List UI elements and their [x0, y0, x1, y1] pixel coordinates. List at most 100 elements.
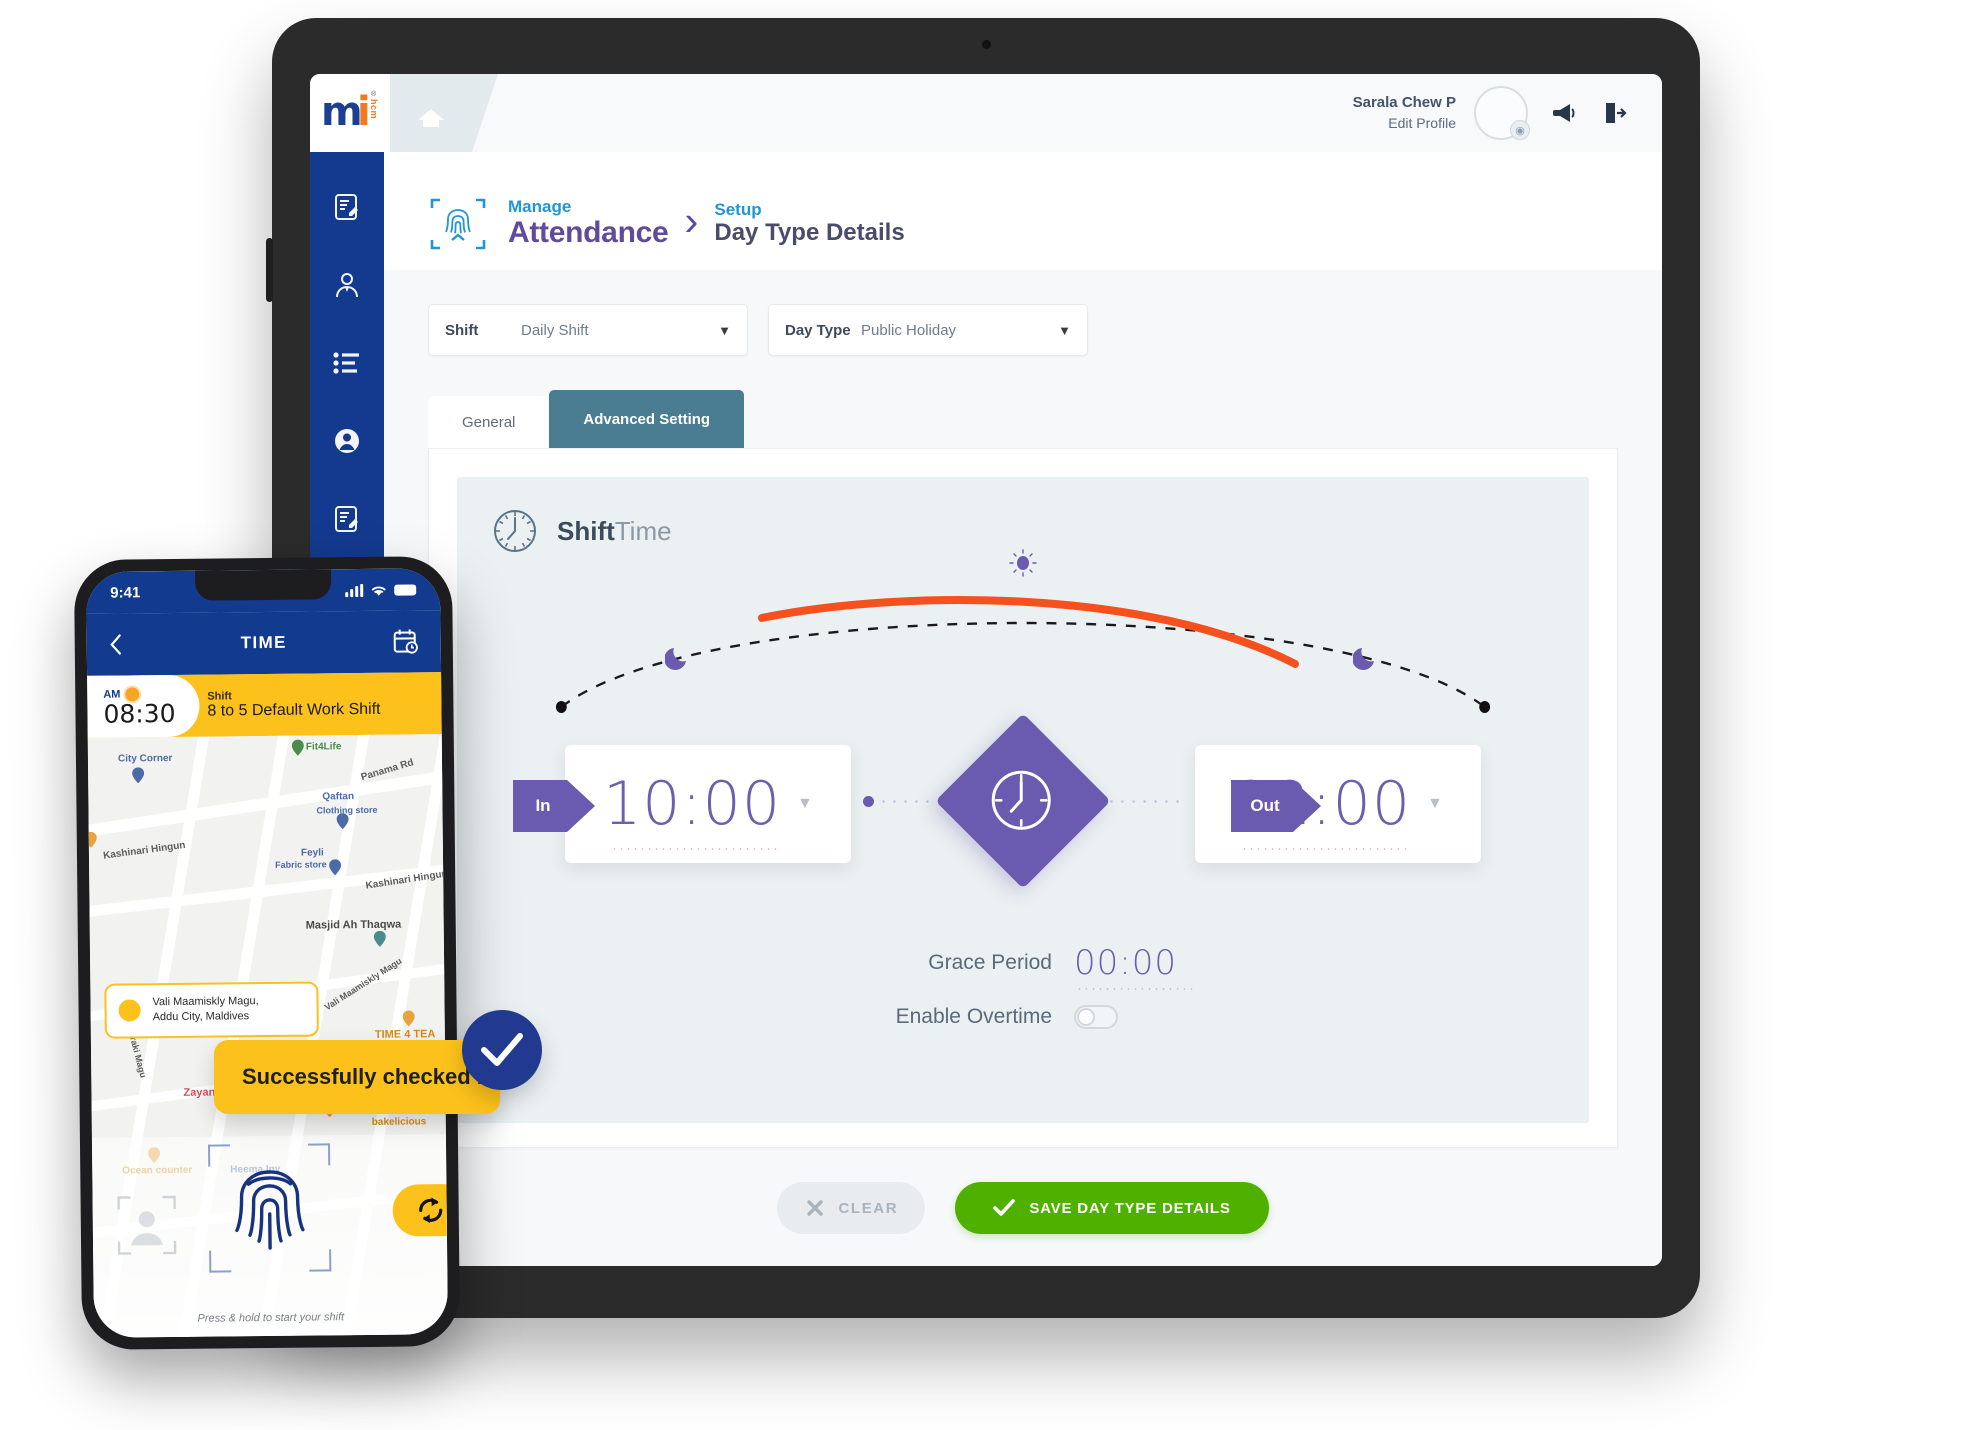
grace-period-underline	[1076, 988, 1194, 990]
breadcrumb-group[interactable]: Manage Attendance	[508, 196, 669, 251]
map-pin-icon	[87, 831, 97, 848]
tablet-side-button[interactable]	[266, 238, 273, 302]
phone-meridiem: AM	[103, 688, 121, 701]
chevron-down-icon[interactable]: ▼	[718, 323, 731, 338]
chevron-down-icon[interactable]: ▼	[1058, 323, 1071, 338]
clear-button[interactable]: CLEAR	[777, 1182, 926, 1234]
phone-nav-title: TIME	[240, 632, 287, 653]
battery-icon	[394, 583, 417, 596]
fingerprint-zone[interactable]: Press & hold to start your shift	[91, 1134, 449, 1338]
sidebar-item-list[interactable]	[310, 324, 384, 402]
phone-clock-box: AM 08:30	[87, 674, 200, 738]
in-time-value: 10:00	[603, 769, 782, 839]
phone-device: 9:41 TIME AM 08:30 Shift 8 to 5 Default …	[73, 556, 461, 1350]
clear-button-label: CLEAR	[838, 1199, 899, 1217]
settings-rows: Grace Period 00:00 Enable Overtime	[457, 943, 1589, 1051]
main-content: Manage Attendance › Setup Day Type Detai…	[384, 152, 1662, 1266]
tab-general[interactable]: General	[428, 396, 550, 448]
map-label: TIME 4 TEA	[374, 1028, 436, 1041]
day-type-select-label: Day Type	[785, 321, 851, 339]
app-logo[interactable]: m i ® hcm	[310, 74, 390, 152]
grace-period-row: Grace Period 00:00	[457, 943, 1589, 990]
user-circle-icon	[335, 429, 359, 453]
out-label: Out	[1250, 796, 1280, 815]
grace-period-field[interactable]: 00:00	[1074, 943, 1224, 990]
app-topbar: m i ® hcm Sarala Chew P Edit Profile ◉	[310, 74, 1662, 152]
check-icon	[481, 1033, 523, 1066]
face-id-icon[interactable]	[117, 1195, 178, 1256]
phone-nav-bar: TIME	[86, 610, 442, 676]
out-time-underline	[1241, 848, 1409, 850]
list-icon	[333, 352, 359, 374]
tab-bar: General Advanced Setting	[428, 390, 1618, 448]
moon-icon	[1353, 648, 1374, 670]
day-type-select[interactable]: Day Type Public Holiday ▼	[768, 304, 1088, 356]
sidebar-item-document-edit[interactable]	[310, 168, 384, 246]
success-toast-message: Successfully checked in	[242, 1064, 497, 1089]
chevron-down-icon[interactable]: ▼	[1427, 795, 1443, 813]
sidebar-item-employee[interactable]	[310, 246, 384, 324]
edit-profile-link[interactable]: Edit Profile	[1353, 114, 1456, 133]
form-actions: CLEAR SAVE DAY TYPE DETAILS	[428, 1182, 1618, 1234]
shift-select-label: Shift	[445, 321, 479, 339]
fingerprint-icon[interactable]	[224, 1162, 315, 1267]
shift-time-panel: ShiftTime In 10:00 ▼ Out 22:00 ▼ Grace P…	[457, 477, 1589, 1123]
save-button-label: SAVE DAY TYPE DETAILS	[1029, 1199, 1231, 1217]
app-body: Manage Attendance › Setup Day Type Detai…	[310, 152, 1662, 1266]
in-label: In	[535, 796, 551, 815]
shift-time-title-bold: Shift	[557, 515, 615, 546]
screenshot-root: m i ® hcm Sarala Chew P Edit Profile ◉ M…	[0, 0, 1986, 1430]
map-label: bakelicious	[371, 1116, 427, 1128]
home-icon	[418, 101, 444, 127]
enable-overtime-label: Enable Overtime	[895, 1005, 1052, 1028]
document-edit-icon	[335, 194, 358, 220]
settings-panel: ShiftTime In 10:00 ▼ Out 22:00 ▼ Grace P…	[428, 448, 1618, 1148]
in-time-underline	[611, 848, 779, 850]
tablet-device: m i ® hcm Sarala Chew P Edit Profile ◉ M…	[266, 18, 1700, 1318]
breadcrumb: Manage Attendance › Setup Day Type Detai…	[384, 152, 1662, 270]
map-pin-icon	[291, 739, 304, 756]
logo-m: m	[321, 89, 363, 135]
filters: Shift Daily Shift ▼ Day Type Public Holi…	[428, 304, 1618, 356]
out-label-pill: Out	[1231, 780, 1321, 832]
location-card: Vali Maamiskly Magu, Addu City, Maldives	[104, 981, 319, 1039]
signal-icon	[345, 583, 364, 597]
clock-icon	[991, 770, 1051, 830]
map-label: Qaftan	[322, 791, 355, 803]
breadcrumb-group-small: Manage	[508, 196, 572, 216]
phone-notch	[194, 569, 332, 601]
breadcrumb-page-small: Setup	[714, 199, 762, 219]
grace-period-label: Grace Period	[928, 951, 1052, 974]
location-dot-icon	[118, 999, 141, 1022]
grace-period-value: 00:00	[1074, 943, 1177, 983]
toggle-knob	[1077, 1008, 1095, 1026]
save-day-type-details-button[interactable]: SAVE DAY TYPE DETAILS	[955, 1182, 1269, 1234]
logo-sub: hcm	[369, 99, 379, 120]
topbar-right: Sarala Chew P Edit Profile ◉	[1353, 74, 1662, 152]
sidebar-item-document-edit-2[interactable]	[310, 480, 384, 558]
location-line-1: Vali Maamiskly Magu,	[152, 995, 259, 1009]
in-time-card[interactable]: 10:00 ▼	[565, 745, 851, 863]
enable-overtime-toggle[interactable]	[1074, 1005, 1118, 1029]
phone-shift-value: 8 to 5 Default Work Shift	[207, 700, 381, 720]
phone-map[interactable]: City Corner Fit4Life Panama Rd Qaftan Cl…	[87, 734, 449, 1338]
tab-advanced-setting[interactable]: Advanced Setting	[549, 390, 745, 448]
phone-status-time: 9:41	[110, 583, 141, 602]
shift-select[interactable]: Shift Daily Shift ▼	[428, 304, 748, 356]
breadcrumb-separator: ›	[684, 197, 699, 244]
logout-icon[interactable]	[1598, 96, 1632, 130]
refresh-button[interactable]	[392, 1183, 449, 1237]
map-pin-icon	[329, 859, 342, 876]
avatar[interactable]: ◉	[1474, 86, 1530, 140]
sidebar-item-user-circle[interactable]	[310, 402, 384, 480]
breadcrumb-page: Setup Day Type Details	[714, 199, 904, 248]
document-edit-2-icon	[335, 506, 358, 532]
phone-screen: 9:41 TIME AM 08:30 Shift 8 to 5 Default …	[85, 568, 449, 1338]
chevron-down-icon[interactable]: ▼	[797, 795, 813, 813]
home-tab[interactable]	[390, 74, 498, 152]
camera-icon[interactable]: ◉	[1510, 120, 1530, 140]
logo-registered: ®	[371, 91, 377, 98]
megaphone-icon[interactable]	[1546, 96, 1580, 130]
success-toast: Successfully checked in	[214, 1040, 500, 1114]
sun-icon	[1009, 549, 1037, 577]
